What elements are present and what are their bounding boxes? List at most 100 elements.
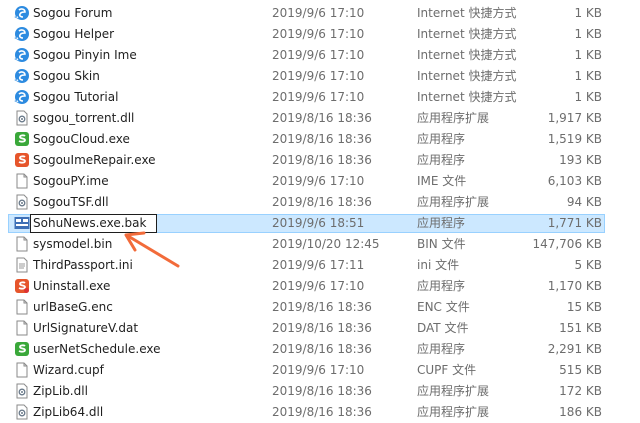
- file-date: 2019/9/6 17:10: [272, 48, 365, 62]
- file-date: 2019/9/6 17:10: [272, 279, 365, 293]
- file-size: 515 KB: [559, 363, 602, 377]
- file-size: 1,519 KB: [547, 132, 602, 146]
- sohu-news-icon: [14, 215, 30, 231]
- file-type: Internet 快捷方式: [417, 27, 517, 41]
- file-name: SogouImeRepair.exe: [33, 153, 156, 167]
- file-row[interactable]: Uninstall.exe 2019/9/6 17:10 应用程序 1,170 KB: [0, 276, 620, 297]
- ini-file-icon: [14, 257, 30, 273]
- file-date: 2019/8/16 18:36: [272, 153, 372, 167]
- file-name: ThirdPassport.ini: [33, 258, 133, 272]
- file-date: 2019/8/16 18:36: [272, 195, 372, 209]
- file-date: 2019/9/6 17:11: [272, 258, 365, 272]
- file-date: 2019/9/6 17:10: [272, 27, 365, 41]
- file-type: 应用程序扩展: [417, 111, 490, 125]
- file-size: 1 KB: [574, 69, 602, 83]
- file-name: SogouTSF.dll: [33, 195, 109, 209]
- file-type: 应用程序: [417, 279, 466, 293]
- file-name: sysmodel.bin: [33, 237, 113, 251]
- file-size: 1 KB: [574, 6, 602, 20]
- file-date: 2019/10/20 12:45: [272, 237, 380, 251]
- file-row[interactable]: userNetSchedule.exe 2019/8/16 18:36 应用程序 2,…: [0, 339, 620, 360]
- blank-file-icon: [14, 173, 30, 189]
- file-row[interactable]: ZipLib.dll 2019/8/16 18:36 应用程序扩展 172 KB: [0, 381, 620, 402]
- file-size: 15 KB: [566, 300, 602, 314]
- file-date: 2019/8/16 18:36: [272, 321, 372, 335]
- file-row[interactable]: Sogou Tutorial 2019/9/6 17:10 Internet 快捷方…: [0, 87, 620, 108]
- rename-input[interactable]: SohuNews.exe.bak: [30, 214, 157, 233]
- blank-file-icon: [14, 236, 30, 252]
- file-type: 应用程序: [417, 132, 466, 146]
- file-row[interactable]: SogouTSF.dll 2019/8/16 18:36 应用程序扩展 94 KB: [0, 192, 620, 213]
- file-size: 5 KB: [574, 258, 602, 272]
- file-row[interactable]: Sogou Forum 2019/9/6 17:10 Internet 快捷方式 1 …: [0, 3, 620, 24]
- file-row[interactable]: SogouPY.ime 2019/9/6 17:10 IME 文件 6,103 KB: [0, 171, 620, 192]
- file-date: 2019/8/16 18:36: [272, 300, 372, 314]
- file-size: 94 KB: [566, 195, 602, 209]
- file-size: 151 KB: [559, 321, 602, 335]
- blank-file-icon: [14, 320, 30, 336]
- internet-shortcut-icon: [14, 68, 30, 84]
- file-type: Internet 快捷方式: [417, 90, 517, 104]
- file-size: 1 KB: [574, 90, 602, 104]
- file-row[interactable]: SogouImeRepair.exe 2019/8/16 18:36 应用程序 193…: [0, 150, 620, 171]
- file-row[interactable]: Sogou Helper 2019/9/6 17:10 Internet 快捷方式 1…: [0, 24, 620, 45]
- file-row[interactable]: urlBaseG.enc 2019/8/16 18:36 ENC 文件 15 KB: [0, 297, 620, 318]
- file-type: ENC 文件: [417, 300, 470, 314]
- file-size: 6,103 KB: [547, 174, 602, 188]
- file-row[interactable]: sysmodel.bin 2019/10/20 12:45 BIN 文件 147,70…: [0, 234, 620, 255]
- file-size: 1 KB: [574, 27, 602, 41]
- file-size: 172 KB: [559, 384, 602, 398]
- file-row[interactable]: Wizard.cupf 2019/9/6 17:10 CUPF 文件 515 KB: [0, 360, 620, 381]
- file-name: userNetSchedule.exe: [33, 342, 161, 356]
- file-name: Uninstall.exe: [33, 279, 111, 293]
- file-type: Internet 快捷方式: [417, 48, 517, 62]
- file-name: SogouCloud.exe: [33, 132, 130, 146]
- file-list: Sogou Forum 2019/9/6 17:10 Internet 快捷方式 1 …: [0, 3, 620, 423]
- file-type: 应用程序扩展: [417, 384, 490, 398]
- file-type: 应用程序: [417, 216, 466, 230]
- file-size: 147,706 KB: [532, 237, 602, 251]
- file-name: Sogou Skin: [33, 69, 100, 83]
- dll-file-icon: [14, 383, 30, 399]
- file-row[interactable]: Sogou Skin 2019/9/6 17:10 Internet 快捷方式 1 K…: [0, 66, 620, 87]
- file-name: ZipLib.dll: [33, 384, 88, 398]
- file-date: 2019/9/6 17:10: [272, 69, 365, 83]
- file-name: Sogou Helper: [33, 27, 115, 41]
- internet-shortcut-icon: [14, 26, 30, 42]
- file-type: Internet 快捷方式: [417, 69, 517, 83]
- file-row[interactable]: sogou_torrent.dll 2019/8/16 18:36 应用程序扩展 1,…: [0, 108, 620, 129]
- file-date: 2019/8/16 18:36: [272, 384, 372, 398]
- file-size: 1,771 KB: [547, 216, 602, 230]
- sogou-repair-icon: [14, 152, 30, 168]
- file-type: IME 文件: [417, 174, 467, 188]
- file-name: SogouPY.ime: [33, 174, 109, 188]
- file-name: UrlSignatureV.dat: [33, 321, 139, 335]
- file-row[interactable]: ThirdPassport.ini 2019/9/6 17:11 ini 文件 5 K…: [0, 255, 620, 276]
- internet-shortcut-icon: [14, 5, 30, 21]
- file-date: 2019/9/6 18:51: [272, 216, 365, 230]
- file-name: Sogou Pinyin Ime: [33, 48, 137, 62]
- file-date: 2019/9/6 17:10: [272, 90, 365, 104]
- file-row[interactable]: UrlSignatureV.dat 2019/8/16 18:36 DAT 文件 15…: [0, 318, 620, 339]
- blank-file-icon: [14, 299, 30, 315]
- file-size: 2,291 KB: [547, 342, 602, 356]
- internet-shortcut-icon: [14, 89, 30, 105]
- file-size: 1,917 KB: [547, 111, 602, 125]
- file-size: 1 KB: [574, 48, 602, 62]
- file-row[interactable]: SohuNews.exe.bak 2019/9/6 18:51 应用程序 1,771 …: [0, 213, 620, 234]
- file-type: BIN 文件: [417, 237, 466, 251]
- file-date: 2019/9/6 17:10: [272, 6, 365, 20]
- file-row[interactable]: SogouCloud.exe 2019/8/16 18:36 应用程序 1,519 K…: [0, 129, 620, 150]
- sogou-app-icon: [14, 131, 30, 147]
- internet-shortcut-icon: [14, 47, 30, 63]
- file-name: sogou_torrent.dll: [33, 111, 135, 125]
- file-date: 2019/9/6 17:10: [272, 174, 365, 188]
- file-type: 应用程序: [417, 153, 466, 167]
- blank-file-icon: [14, 362, 30, 378]
- file-row[interactable]: Sogou Pinyin Ime 2019/9/6 17:10 Internet 快…: [0, 45, 620, 66]
- dll-file-icon: [14, 194, 30, 210]
- file-name: Wizard.cupf: [33, 363, 104, 377]
- uninstall-app-icon: [14, 278, 30, 294]
- sogou-app-icon: [14, 341, 30, 357]
- file-name: urlBaseG.enc: [33, 300, 113, 314]
